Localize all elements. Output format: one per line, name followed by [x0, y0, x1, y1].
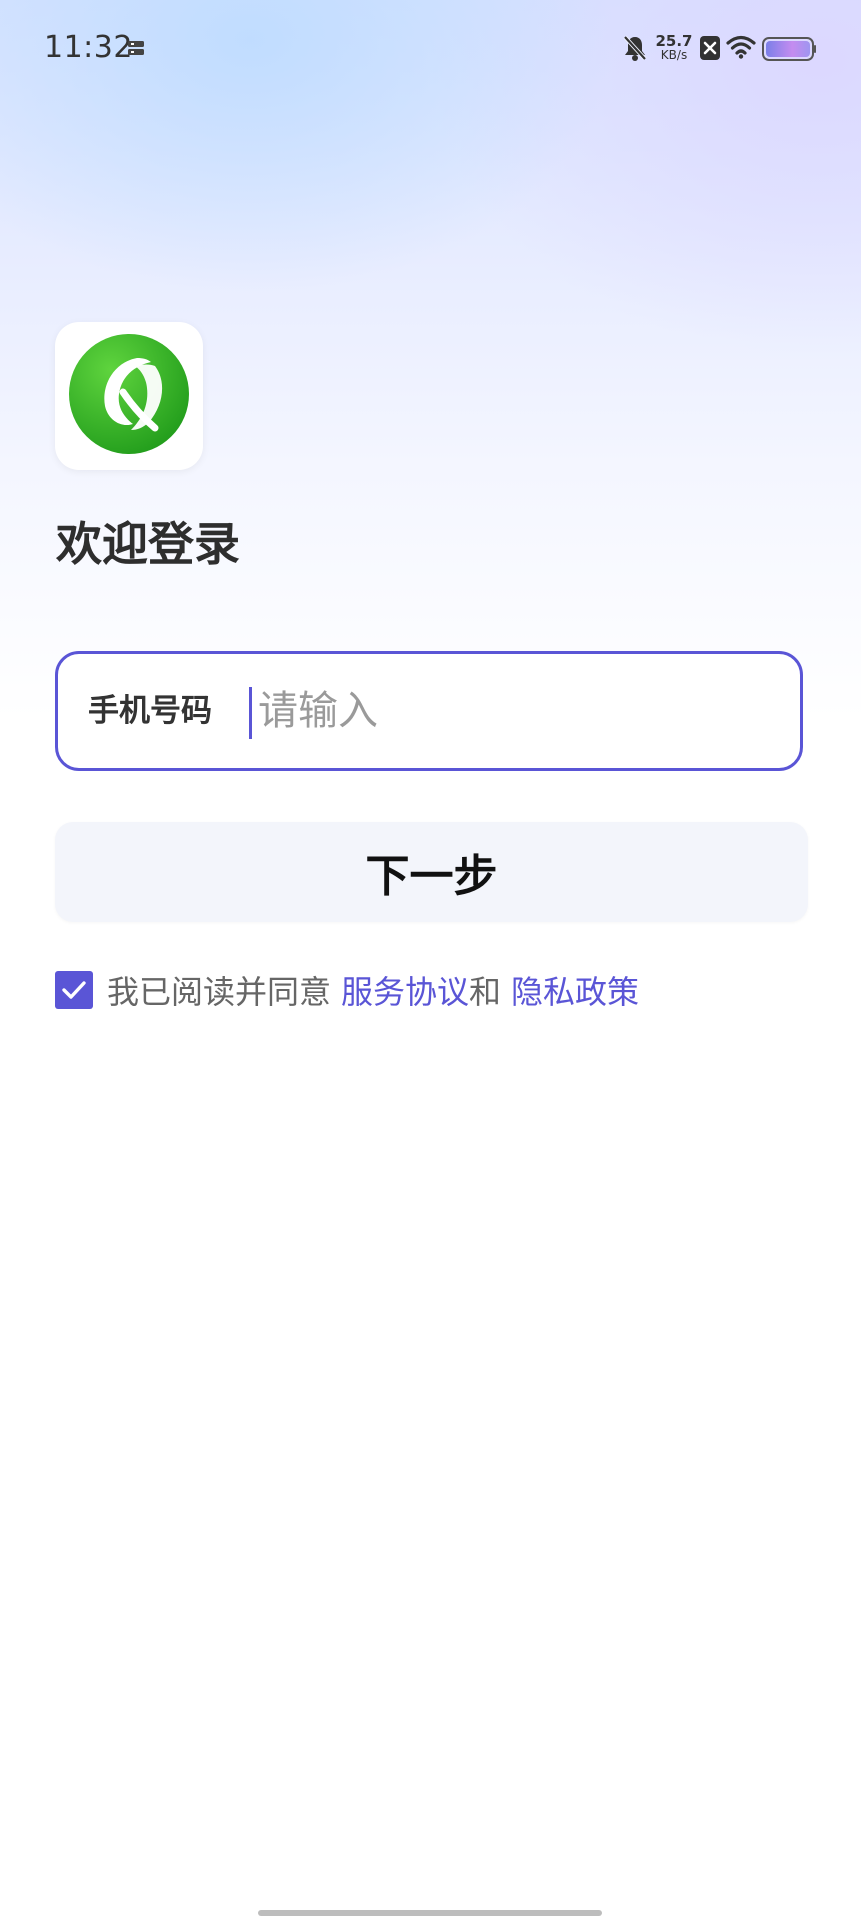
home-indicator[interactable] [258, 1910, 602, 1916]
privacy-policy-link[interactable]: 隐私政策 [511, 967, 639, 1013]
mute-bell-icon [622, 34, 648, 66]
agreement-row: 我已阅读并同意 服务协议 和 隐私政策 [55, 967, 639, 1013]
network-speed: 25.7 KB/s [654, 32, 694, 63]
phone-label: 手机号码 [88, 693, 212, 729]
text-cursor [249, 687, 252, 739]
phone-input[interactable] [248, 676, 768, 746]
sim-icon [128, 40, 144, 59]
status-bar: 11:32 25.7 KB/s [0, 0, 861, 100]
checkmark-icon [62, 981, 86, 999]
next-step-button[interactable]: 下一步 [55, 822, 808, 922]
welcome-title: 欢迎登录 [56, 517, 240, 571]
green-leaf-logo-icon [67, 332, 191, 460]
agreement-checkbox[interactable] [55, 971, 93, 1009]
service-agreement-link[interactable]: 服务协议 [341, 967, 469, 1013]
wifi-icon [726, 35, 756, 63]
network-speed-value: 25.7 [655, 32, 693, 50]
app-logo [55, 322, 203, 470]
xbox-icon [700, 36, 720, 64]
status-time: 11:32 [44, 30, 133, 65]
agreement-and-text: 和 [469, 973, 502, 1011]
phone-field-container[interactable]: 手机号码 [55, 651, 803, 771]
agreement-text: 我已阅读并同意 [107, 973, 332, 1011]
network-speed-unit: KB/s [660, 48, 688, 62]
battery-icon [762, 37, 816, 65]
